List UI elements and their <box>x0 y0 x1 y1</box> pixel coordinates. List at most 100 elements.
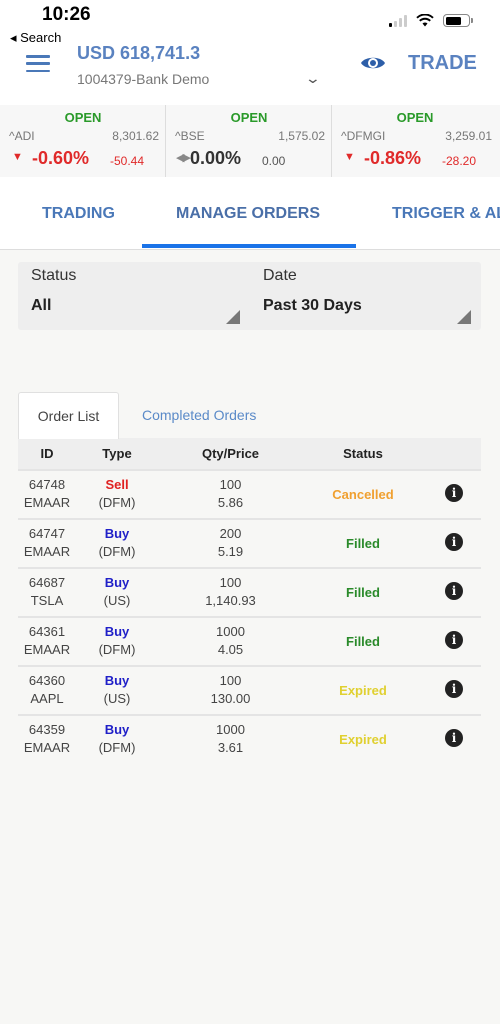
table-row[interactable]: 64687 TSLA Buy (US) 100 1,140.93 Filled i <box>18 567 481 616</box>
order-id: 64360 <box>28 673 66 688</box>
order-symbol: EMAAR <box>23 544 71 559</box>
order-status: Expired <box>339 732 387 747</box>
order-qty: 100 <box>219 673 242 688</box>
ticker-symbol: ^BSE <box>175 129 205 143</box>
account-balance: USD 618,741.3 <box>77 43 201 63</box>
status-filter-select[interactable]: Status All <box>18 262 250 330</box>
info-icon: i <box>445 582 463 600</box>
ticker-change: 0.00 <box>262 154 286 168</box>
order-price: 5.19 <box>217 544 244 559</box>
date-filter-value: Past 30 Days <box>263 297 362 314</box>
app-header: ◂ Search USD 618,741.3 1004379-Bank Demo… <box>0 30 500 105</box>
ticker-card[interactable]: OPEN ^BSE 1,575.02 ◀▶ 0.00% 0.00 <box>166 105 332 177</box>
order-market: (DFM) <box>98 642 136 657</box>
order-id: 64361 <box>28 624 66 639</box>
date-filter-select[interactable]: Date Past 30 Days <box>250 262 481 330</box>
order-price: 1,140.93 <box>205 593 256 608</box>
battery-icon <box>443 14 473 27</box>
order-filters: Status All Date Past 30 Days <box>18 262 481 330</box>
table-row[interactable]: 64360 AAPL Buy (US) 100 130.00 Expired i <box>18 665 481 714</box>
order-type-cell: Buy (DFM) <box>82 525 152 561</box>
ticker-change: -50.44 <box>110 154 145 168</box>
info-icon: i <box>445 729 463 747</box>
main-tab-bar: TRADING MANAGE ORDERS TRIGGER & AL <box>0 177 500 250</box>
table-row[interactable]: 64748 EMAAR Sell (DFM) 100 5.86 Cancelled i <box>18 469 481 518</box>
back-to-search-link[interactable]: ◂ Search <box>10 30 61 46</box>
order-type-cell: Buy (US) <box>82 672 152 708</box>
order-id-cell: 64687 TSLA <box>18 574 76 610</box>
order-info-button[interactable]: i <box>443 631 465 649</box>
ticker-card[interactable]: OPEN ^ADI 8,301.62 ▼ -0.60% -50.44 <box>0 105 166 177</box>
order-qty: 100 <box>219 575 242 590</box>
order-market: (US) <box>103 691 131 706</box>
down-arrow-icon: ▼ <box>344 151 355 163</box>
info-icon: i <box>445 631 463 649</box>
order-info-button[interactable]: i <box>443 533 465 551</box>
ticker-change-percent: -0.60% <box>32 148 90 168</box>
status-filter-label: Status <box>31 267 77 284</box>
order-id-cell: 64360 AAPL <box>18 672 76 708</box>
header-status: Status <box>343 446 383 461</box>
tab-trigger-alerts[interactable]: TRIGGER & AL <box>392 205 500 223</box>
market-status: OPEN <box>64 110 102 125</box>
cellular-signal-icon <box>389 14 407 27</box>
trade-button[interactable]: TRADE <box>408 52 477 75</box>
order-market: (DFM) <box>98 495 136 510</box>
order-side: Buy <box>104 722 130 737</box>
ticker-price: 3,259.01 <box>445 129 492 143</box>
ticker-change-percent: -0.86% <box>364 148 422 168</box>
orders-table: ID Type Qty/Price Status 64748 EMAAR Sell (… <box>18 438 481 763</box>
dropdown-corner-icon <box>226 310 240 324</box>
tab-order-list[interactable]: Order List <box>18 392 119 439</box>
market-status: OPEN <box>230 110 268 125</box>
order-status: Filled <box>346 634 380 649</box>
order-price: 3.61 <box>217 740 244 755</box>
order-qty: 200 <box>219 526 242 541</box>
tab-completed-orders[interactable]: Completed Orders <box>142 392 256 439</box>
order-symbol: AAPL <box>30 691 64 706</box>
ticker-symbol: ^DFMGI <box>341 129 386 143</box>
order-qty-price-cell: 100 130.00 <box>178 672 283 708</box>
order-side: Buy <box>104 526 130 541</box>
order-side: Buy <box>104 673 130 688</box>
ticker-price: 8,301.62 <box>112 129 159 143</box>
tab-trading[interactable]: TRADING <box>42 205 115 223</box>
date-filter-label: Date <box>263 267 297 284</box>
tab-manage-orders[interactable]: MANAGE ORDERS <box>176 205 320 223</box>
table-row[interactable]: 64361 EMAAR Buy (DFM) 1000 4.05 Filled i <box>18 616 481 665</box>
status-bar: 10:26 <box>0 0 500 30</box>
order-qty: 100 <box>219 477 242 492</box>
order-symbol: EMAAR <box>23 642 71 657</box>
order-info-button[interactable]: i <box>443 484 465 502</box>
header-qty-price: Qty/Price <box>201 446 260 461</box>
table-row[interactable]: 64747 EMAAR Buy (DFM) 200 5.19 Filled i <box>18 518 481 567</box>
market-ticker-strip: OPEN ^ADI 8,301.62 ▼ -0.60% -50.44 OPEN … <box>0 105 500 177</box>
ticker-card[interactable]: OPEN ^DFMGI 3,259.01 ▼ -0.86% -28.20 <box>332 105 498 177</box>
ticker-change: -28.20 <box>442 154 477 168</box>
order-type-cell: Sell (DFM) <box>82 476 152 512</box>
unchanged-arrows-icon: ◀▶ <box>176 152 191 164</box>
order-side: Buy <box>104 575 130 590</box>
table-header: ID Type Qty/Price Status <box>18 438 481 469</box>
order-info-button[interactable]: i <box>443 680 465 698</box>
order-market: (DFM) <box>98 544 136 559</box>
order-info-button[interactable]: i <box>443 582 465 600</box>
chevron-down-icon[interactable]: ⌄ <box>305 70 321 87</box>
order-info-button[interactable]: i <box>443 729 465 747</box>
order-qty: 1000 <box>216 722 245 737</box>
account-selector[interactable]: 1004379-Bank Demo <box>77 71 209 87</box>
order-id-cell: 64748 EMAAR <box>18 476 76 512</box>
order-qty: 1000 <box>216 624 245 639</box>
order-type-cell: Buy (US) <box>82 574 152 610</box>
eye-icon[interactable] <box>360 54 386 72</box>
order-price: 130.00 <box>210 691 251 706</box>
order-status: Cancelled <box>332 487 394 502</box>
order-side: Buy <box>104 624 130 639</box>
order-id-cell: 64747 EMAAR <box>18 525 76 561</box>
table-row[interactable]: 64359 EMAAR Buy (DFM) 1000 3.61 Expired i <box>18 714 481 763</box>
hamburger-menu-icon[interactable] <box>26 55 50 72</box>
header-type: Type <box>102 446 132 461</box>
order-symbol: EMAAR <box>23 740 71 755</box>
order-market: (DFM) <box>98 740 136 755</box>
order-status: Filled <box>346 536 380 551</box>
